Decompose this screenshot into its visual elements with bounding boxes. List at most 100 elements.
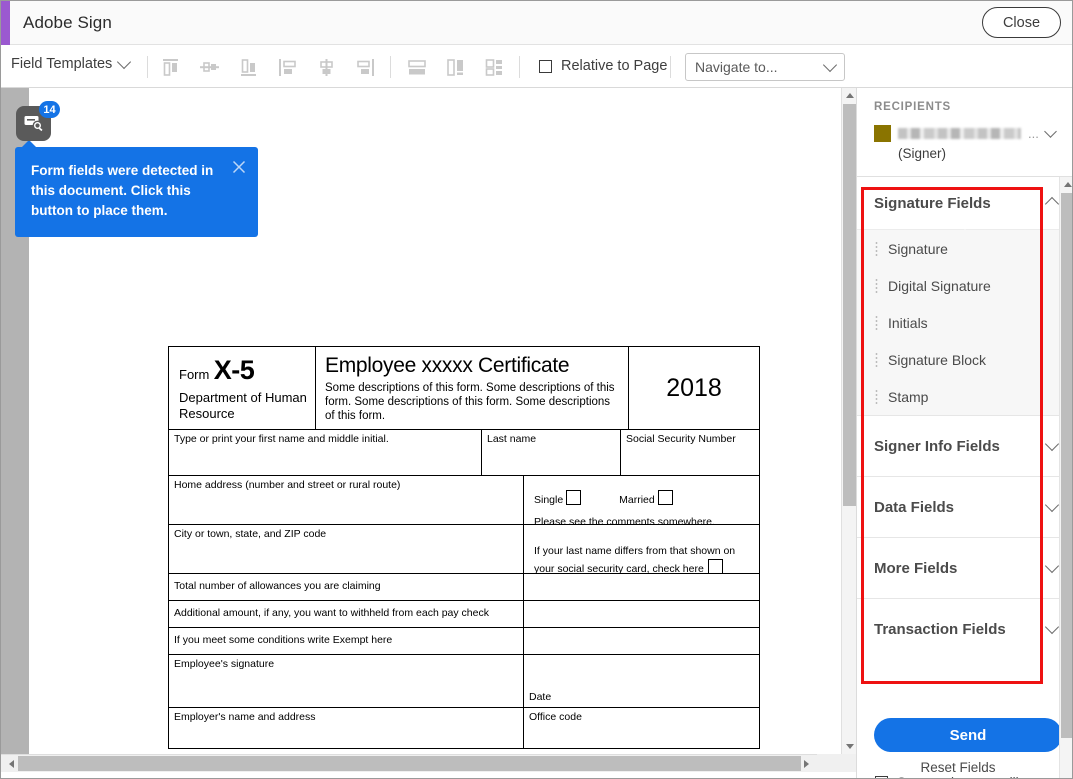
section-label: Data Fields [874, 499, 954, 516]
align-right-icon[interactable] [346, 54, 385, 80]
scroll-down-icon[interactable] [842, 739, 856, 754]
drag-handle-icon[interactable] [875, 389, 878, 404]
relative-to-page-checkbox[interactable]: Relative to Page [539, 58, 667, 74]
chevron-down-icon [1045, 437, 1059, 451]
horizontal-scroll-thumb[interactable] [18, 756, 801, 771]
section-header-transaction-fields[interactable]: Transaction Fields [857, 598, 1073, 659]
allowances-value-cell[interactable] [524, 574, 759, 600]
form-title: Employee xxxxx Certificate [325, 353, 620, 378]
single-checkbox-icon[interactable] [566, 490, 581, 505]
align-bottom-icon[interactable] [229, 54, 268, 80]
form-description: Some descriptions of this form. Some des… [325, 381, 620, 423]
align-top-icon[interactable] [151, 54, 190, 80]
align-center-icon[interactable] [307, 54, 346, 80]
name-differs-label: If your last name differs from that show… [534, 545, 735, 575]
right-panel-scroll-thumb[interactable] [1061, 193, 1073, 738]
date-label: Date [529, 691, 551, 704]
field-item-initials[interactable]: Initials [857, 304, 1073, 341]
date-cell[interactable]: Date [524, 655, 759, 707]
married-label: Married [619, 494, 655, 506]
reset-fields-link[interactable]: Reset Fields [857, 760, 1059, 775]
first-name-cell: Type or print your first name and middle… [169, 430, 482, 475]
form-city-row: City or town, state, and ZIP code If you… [169, 525, 759, 574]
chevron-down-icon [1045, 559, 1059, 573]
scroll-up-icon[interactable] [1060, 177, 1073, 192]
section-label: More Fields [874, 560, 957, 577]
form-number: X-5 [214, 355, 255, 385]
match-width-icon[interactable] [397, 54, 436, 80]
form-additional-row: Additional amount, if any, you want to w… [169, 601, 759, 628]
name-differs-checkbox-icon[interactable] [708, 559, 723, 574]
drag-handle-icon[interactable] [875, 241, 878, 256]
field-item-signature-block[interactable]: Signature Block [857, 341, 1073, 378]
section-label: Signer Info Fields [874, 438, 1000, 455]
office-code-cell: Office code [524, 708, 759, 748]
married-checkbox-icon[interactable] [658, 490, 673, 505]
viewer-horizontal-scrollbar[interactable] [1, 754, 856, 772]
field-label: Digital Signature [888, 278, 991, 294]
align-tool-group [151, 54, 385, 80]
single-label: Single [534, 494, 563, 506]
field-item-signature[interactable]: Signature [857, 230, 1073, 267]
adobe-sign-window: Adobe Sign Close Field Templates [0, 0, 1073, 779]
form-title-cell: Employee xxxxx Certificate Some descript… [316, 347, 629, 429]
form-year: 2018 [629, 347, 759, 429]
field-label: Signature [888, 241, 948, 257]
navigate-to-select[interactable]: Navigate to... [685, 53, 845, 81]
form-word-label: Form [179, 367, 209, 382]
save-to-document-library-checkbox[interactable]: Save to document library [875, 775, 1046, 779]
right-panel-scrollbar[interactable] [1059, 177, 1073, 779]
close-icon[interactable] [232, 160, 246, 174]
drag-handle-icon[interactable] [875, 315, 878, 330]
married-option: Married [619, 490, 673, 507]
scroll-right-icon[interactable] [800, 755, 816, 772]
match-height-icon[interactable] [436, 54, 475, 80]
toolbar-divider [147, 56, 148, 78]
exempt-value-cell[interactable] [524, 628, 759, 654]
form-department: Department of Human Resource [179, 390, 315, 422]
employer-name-cell: Employer's name and address [169, 708, 524, 748]
close-button[interactable]: Close [982, 7, 1061, 38]
form-id-cell: Form X-5 Department of Human Resource [169, 347, 316, 429]
toolbar-divider-4 [670, 56, 671, 78]
vertical-scroll-thumb[interactable] [843, 104, 856, 506]
align-middle-icon[interactable] [190, 54, 229, 80]
recipient-selector[interactable]: ... [874, 125, 1055, 142]
additional-amount-value-cell[interactable] [524, 601, 759, 627]
last-name-cell: Last name [482, 430, 621, 475]
form-signature-row: Employee's signature Date [169, 655, 759, 708]
field-label: Signature Block [888, 352, 986, 368]
drag-handle-icon[interactable] [875, 278, 878, 293]
chevron-down-icon [1045, 498, 1059, 512]
title-bar: Adobe Sign Close [1, 1, 1073, 45]
match-size-icon[interactable] [475, 54, 514, 80]
align-left-icon[interactable] [268, 54, 307, 80]
recipient-name-redacted [898, 128, 1021, 139]
form-employer-row: Employer's name and address Office code [169, 708, 759, 748]
chevron-down-icon [117, 55, 131, 69]
section-header-data-fields[interactable]: Data Fields [857, 476, 1073, 537]
scroll-up-icon[interactable] [842, 88, 856, 103]
section-label: Signature Fields [874, 195, 991, 212]
recipients-section: RECIPIENTS ... (Signer) [857, 88, 1073, 177]
section-header-more-fields[interactable]: More Fields [857, 537, 1073, 598]
callout-message: Form fields were detected in this docume… [31, 161, 227, 221]
checkbox-icon [539, 60, 552, 73]
viewer-vertical-scrollbar[interactable] [841, 88, 856, 754]
recipients-header: RECIPIENTS [874, 101, 951, 113]
chevron-down-icon [823, 58, 837, 72]
scroll-left-icon[interactable] [1, 755, 17, 772]
drag-handle-icon[interactable] [875, 352, 878, 367]
form-name-row: Type or print your first name and middle… [169, 430, 759, 476]
field-item-digital-signature[interactable]: Digital Signature [857, 267, 1073, 304]
navigate-to-value: Navigate to... [695, 59, 778, 75]
field-label: Initials [888, 315, 928, 331]
field-templates-button[interactable]: Field Templates [11, 56, 129, 72]
chevron-down-icon [1045, 620, 1059, 634]
section-header-signer-info-fields[interactable]: Signer Info Fields [857, 415, 1073, 476]
field-item-stamp[interactable]: Stamp [857, 378, 1073, 415]
section-header-signature-fields[interactable]: Signature Fields [857, 177, 1073, 229]
form-address-row: Home address (number and street or rural… [169, 476, 759, 525]
send-button[interactable]: Send [874, 718, 1062, 752]
chevron-up-icon [1045, 197, 1059, 211]
